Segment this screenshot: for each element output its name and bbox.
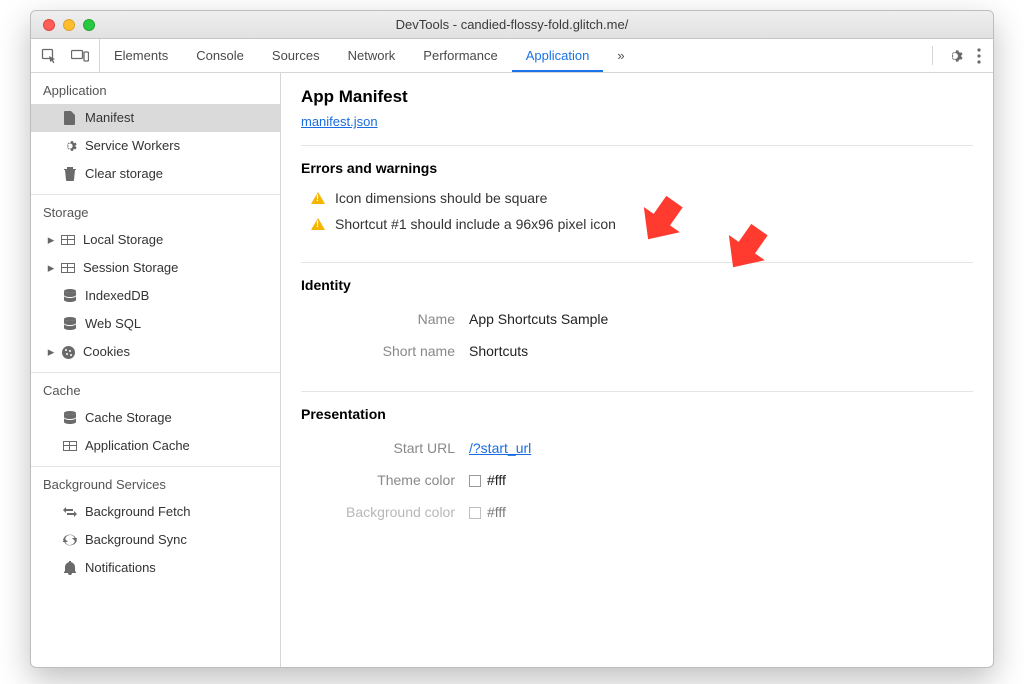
color-swatch	[469, 507, 481, 519]
kv-label: Name	[301, 311, 469, 327]
tab-application[interactable]: Application	[512, 39, 604, 72]
sidebar-item-manifest[interactable]: Manifest	[31, 104, 280, 132]
sidebar-section-background: Background Services	[31, 467, 280, 498]
sidebar-item-notifications[interactable]: Notifications	[31, 554, 280, 582]
sidebar-item-label: Background Fetch	[85, 502, 191, 522]
identity-name-row: Name App Shortcuts Sample	[301, 303, 973, 335]
sidebar-item-indexeddb[interactable]: IndexedDB	[31, 282, 280, 310]
tab-elements[interactable]: Elements	[100, 39, 182, 72]
chevron-right-icon: ▸	[45, 230, 57, 250]
section-head-presentation: Presentation	[301, 406, 973, 422]
sidebar-item-session-storage[interactable]: ▸ Session Storage	[31, 254, 280, 282]
section-identity: Identity Name App Shortcuts Sample Short…	[301, 262, 973, 377]
swap-icon	[61, 505, 79, 519]
sidebar-item-label: Cache Storage	[85, 408, 172, 428]
bell-icon	[61, 561, 79, 575]
table-icon	[59, 263, 77, 273]
panel-body: Application Manifest Service Workers Cle…	[31, 73, 993, 667]
background-color-value: #fff	[487, 504, 506, 520]
sidebar-item-label: IndexedDB	[85, 286, 149, 306]
table-icon	[59, 235, 77, 245]
sidebar-section-storage: Storage	[31, 195, 280, 226]
chevron-right-icon: ▸	[45, 258, 57, 278]
inspect-icon[interactable]	[41, 48, 57, 64]
sidebar-item-label: Clear storage	[85, 164, 163, 184]
manifest-panel: App Manifest manifest.json Errors and wa…	[281, 73, 993, 667]
sidebar-item-local-storage[interactable]: ▸ Local Storage	[31, 226, 280, 254]
tab-console[interactable]: Console	[182, 39, 258, 72]
kv-value: #fff	[469, 472, 506, 488]
sidebar-item-label: Manifest	[85, 108, 134, 128]
database-icon	[61, 411, 79, 425]
identity-shortname-row: Short name Shortcuts	[301, 335, 973, 367]
devtools-window: DevTools - candied-flossy-fold.glitch.me…	[30, 10, 994, 668]
sidebar-item-application-cache[interactable]: Application Cache	[31, 432, 280, 460]
kv-label: Short name	[301, 343, 469, 359]
kebab-menu-icon[interactable]	[977, 48, 981, 64]
application-sidebar: Application Manifest Service Workers Cle…	[31, 73, 281, 667]
kv-label: Start URL	[301, 440, 469, 456]
section-presentation: Presentation Start URL /?start_url Theme…	[301, 391, 973, 538]
sidebar-item-label: Background Sync	[85, 530, 187, 550]
more-tabs-button[interactable]: »	[603, 39, 638, 72]
theme-color-row: Theme color #fff	[301, 464, 973, 496]
gear-icon	[61, 139, 79, 153]
section-head-identity: Identity	[301, 277, 973, 293]
database-icon	[61, 317, 79, 331]
tab-performance[interactable]: Performance	[409, 39, 511, 72]
file-icon	[61, 111, 79, 125]
sidebar-item-label: Web SQL	[85, 314, 141, 334]
database-icon	[61, 289, 79, 303]
window-title: DevTools - candied-flossy-fold.glitch.me…	[31, 17, 993, 32]
warning-text: Icon dimensions should be square	[335, 190, 547, 206]
sidebar-item-clear-storage[interactable]: Clear storage	[31, 160, 280, 188]
kv-value: App Shortcuts Sample	[469, 311, 608, 327]
sidebar-item-background-fetch[interactable]: Background Fetch	[31, 498, 280, 526]
titlebar: DevTools - candied-flossy-fold.glitch.me…	[31, 11, 993, 39]
gear-icon[interactable]	[947, 48, 963, 64]
theme-color-value: #fff	[487, 472, 506, 488]
color-swatch	[469, 475, 481, 487]
sidebar-item-cache-storage[interactable]: Cache Storage	[31, 404, 280, 432]
warning-text: Shortcut #1 should include a 96x96 pixel…	[335, 216, 616, 232]
sidebar-section-application: Application	[31, 73, 280, 104]
kv-label: Theme color	[301, 472, 469, 488]
warning-icon	[311, 192, 325, 204]
kv-value: #fff	[469, 504, 506, 520]
background-color-row: Background color #fff	[301, 496, 973, 528]
panel-tabs: Elements Console Sources Network Perform…	[100, 39, 639, 72]
table-icon	[61, 441, 79, 451]
section-head-errors: Errors and warnings	[301, 160, 973, 176]
sidebar-item-service-workers[interactable]: Service Workers	[31, 132, 280, 160]
annotation-arrow	[720, 218, 776, 274]
sidebar-item-label: Application Cache	[85, 436, 190, 456]
sidebar-section-cache: Cache	[31, 373, 280, 404]
sync-icon	[61, 533, 79, 547]
toolbar-divider	[932, 46, 933, 66]
sidebar-item-background-sync[interactable]: Background Sync	[31, 526, 280, 554]
tab-sources[interactable]: Sources	[258, 39, 334, 72]
sidebar-item-websql[interactable]: Web SQL	[31, 310, 280, 338]
devtools-toolbar: Elements Console Sources Network Perform…	[31, 39, 993, 73]
kv-value: Shortcuts	[469, 343, 528, 359]
tab-network[interactable]: Network	[334, 39, 410, 72]
kv-label: Background color	[301, 504, 469, 520]
warning-icon	[311, 218, 325, 230]
sidebar-item-label: Notifications	[85, 558, 156, 578]
sidebar-item-label: Cookies	[83, 342, 130, 362]
device-toggle-icon[interactable]	[71, 49, 89, 63]
manifest-link[interactable]: manifest.json	[301, 114, 378, 129]
sidebar-item-label: Local Storage	[83, 230, 163, 250]
sidebar-item-cookies[interactable]: ▸ Cookies	[31, 338, 280, 366]
annotation-arrow	[635, 190, 691, 246]
cookie-icon	[59, 346, 77, 359]
sidebar-item-label: Session Storage	[83, 258, 178, 278]
start-url-link[interactable]: /?start_url	[469, 440, 531, 456]
chevron-right-icon: ▸	[45, 342, 57, 362]
trash-icon	[61, 167, 79, 181]
sidebar-item-label: Service Workers	[85, 136, 180, 156]
page-title: App Manifest	[301, 87, 973, 107]
start-url-row: Start URL /?start_url	[301, 432, 973, 464]
